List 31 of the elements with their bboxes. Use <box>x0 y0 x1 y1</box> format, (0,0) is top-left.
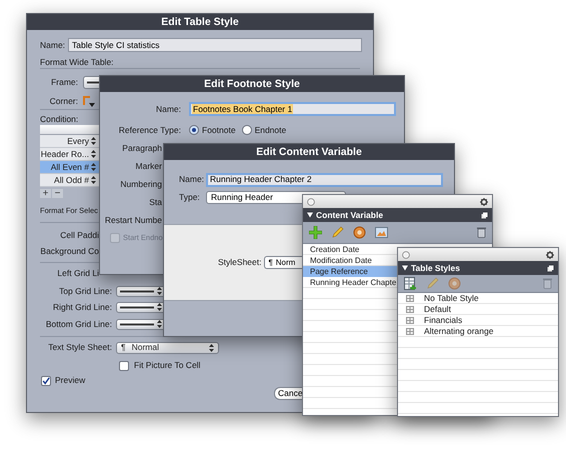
field-label: Frame: <box>50 78 78 87</box>
field-label: Corner: <box>48 97 78 106</box>
field-label: Background Co <box>40 246 99 256</box>
field-label: Text Style Sheet: <box>47 343 112 352</box>
field-label: Name: <box>154 104 181 114</box>
field-label: StyleSheet: <box>218 258 262 267</box>
field-label: Paragraph <box>121 144 162 152</box>
palette-title: Content Variable <box>316 210 384 220</box>
field-label: Fit Picture To Cell <box>134 361 200 370</box>
field-label: Cell Paddi <box>59 230 99 240</box>
field-label: Restart Numbe <box>104 216 162 224</box>
field-label: Left Grid Li <box>56 268 99 278</box>
field-label: Marker <box>134 162 162 170</box>
field-label: Name: <box>40 40 66 50</box>
palette-title: Table Styles <box>411 264 460 272</box>
field-label: Type: <box>179 193 201 202</box>
field-label: Condition: <box>40 114 78 124</box>
field-label: Preview <box>55 376 86 385</box>
window-title: Edit Footnote Style <box>204 78 300 90</box>
field-label: Numbering <box>119 180 162 188</box>
window-title: Edit Table Style <box>161 16 239 28</box>
field-label: Footnote <box>202 126 236 134</box>
field-label: Sta <box>148 198 162 206</box>
window-title: Edit Content Variable <box>256 146 362 158</box>
field-label: Top Grid Line: <box>58 286 112 296</box>
field-label: Right Grid Line: <box>52 302 112 312</box>
field-label: Bottom Grid Line: <box>44 320 112 328</box>
field-label: Format Wide Table: <box>40 58 114 66</box>
field-label: Name: <box>179 175 206 184</box>
field-label: Reference Type: <box>118 126 181 134</box>
field-label: Endnote <box>254 126 286 134</box>
